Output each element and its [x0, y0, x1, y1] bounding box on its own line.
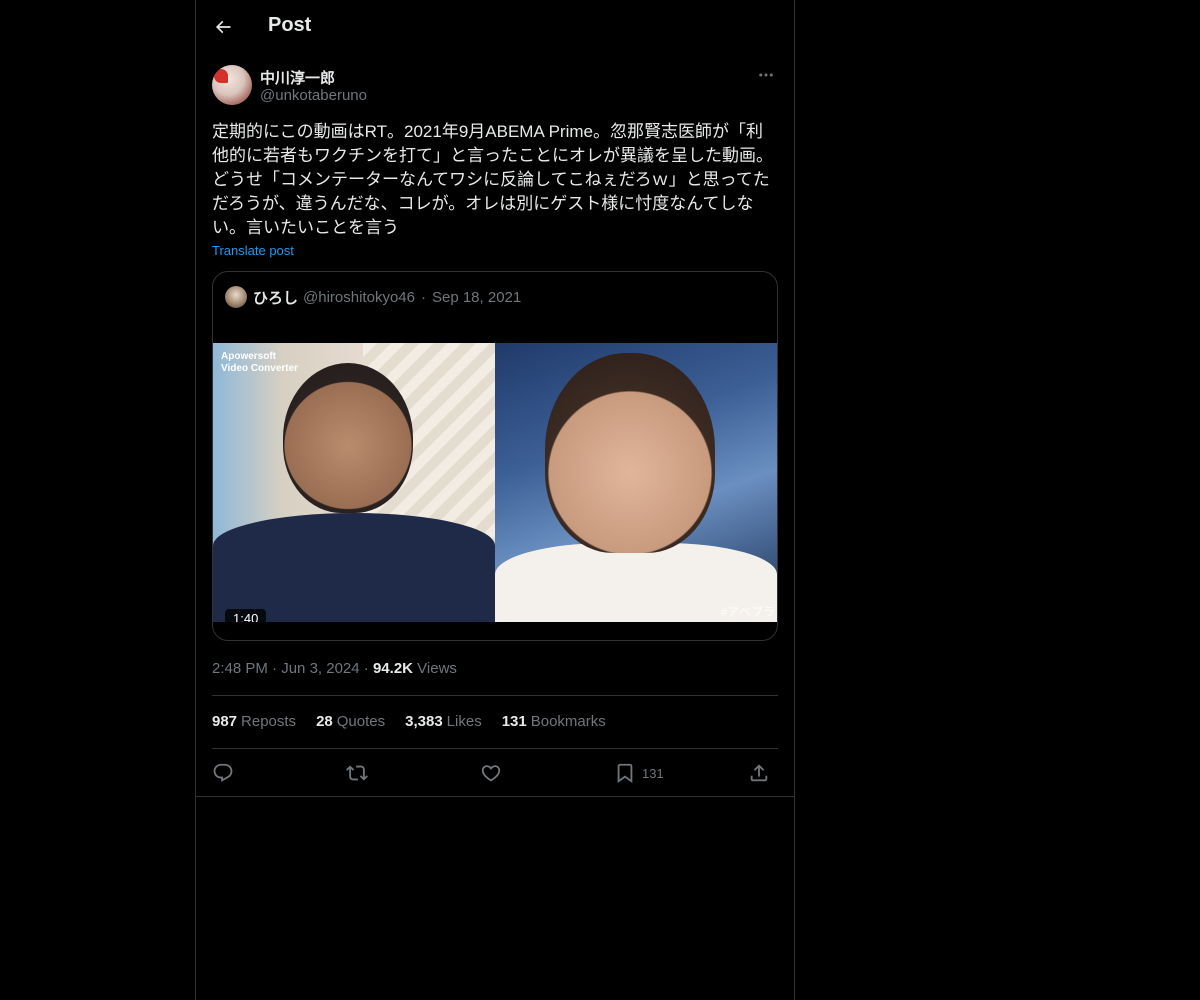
views-count: 94.2K — [372, 660, 413, 677]
reply-button[interactable] — [212, 758, 234, 788]
likes-label: Likes — [446, 713, 482, 730]
quotes-label: Quotes — [336, 713, 386, 730]
video-left-body — [213, 513, 495, 622]
meta-separator-2: · — [363, 660, 369, 677]
like-button[interactable] — [480, 758, 502, 788]
bookmarks-stat[interactable]: 131 Bookmarks — [502, 713, 606, 730]
divider — [196, 796, 794, 797]
share-button[interactable] — [748, 758, 770, 788]
quoted-post-header: ひろし @hiroshitokyo46 · Sep 18, 2021 — [225, 286, 521, 308]
quoted-avatar — [225, 286, 247, 308]
video-right-panel — [495, 343, 777, 622]
arrow-left-icon — [215, 20, 231, 34]
views-label: Views — [417, 660, 457, 677]
bookmark-button[interactable]: 131 — [614, 758, 664, 788]
video-left-panel — [213, 343, 495, 622]
post-text: 定期的にこの動画はRT。2021年9月ABEMA Prime。忽那賢志医師が「利… — [212, 122, 773, 237]
divider — [212, 695, 778, 696]
bookmarks-label: Bookmarks — [530, 713, 606, 730]
bookmark-count: 131 — [642, 765, 664, 781]
video-player[interactable]: Apowersoft Video Converter #アベプラ 1:40 — [213, 343, 777, 622]
action-bar: 131 — [212, 758, 778, 788]
repost-icon — [346, 765, 368, 781]
reposts-count: 987 — [212, 713, 238, 730]
avatar[interactable] — [212, 65, 252, 105]
share-icon — [750, 764, 768, 782]
back-button[interactable] — [206, 10, 240, 44]
reply-icon — [213, 763, 233, 782]
post-header: Post — [196, 0, 794, 53]
heart-icon — [481, 765, 501, 782]
post-date[interactable]: Jun 3, 2024 — [281, 660, 359, 677]
likes-stat[interactable]: 3,383 Likes — [405, 713, 482, 730]
post-meta: 2:48 PM · Jun 3, 2024 · 94.2K Views — [212, 660, 457, 677]
video-watermark: Apowersoft Video Converter — [221, 351, 298, 375]
quoted-handle: @hiroshitokyo46 — [303, 288, 415, 306]
watermark-line-1: Apowersoft — [221, 351, 276, 362]
meta-separator: · — [272, 660, 278, 677]
quoted-display-name: ひろし — [253, 289, 299, 307]
quoted-date: Sep 18, 2021 — [431, 288, 522, 306]
reposts-label: Reposts — [241, 713, 297, 730]
page-title: Post — [268, 14, 312, 36]
divider — [212, 748, 778, 749]
post-author: 中川淳一郎 @unkotaberuno — [212, 65, 778, 107]
translate-post-link[interactable]: Translate post — [212, 243, 294, 258]
video-right-person — [545, 353, 715, 553]
bookmark-icon — [617, 763, 633, 784]
more-options-button[interactable] — [754, 65, 778, 85]
quoted-separator: · — [420, 288, 426, 306]
repost-button[interactable] — [346, 758, 368, 788]
quotes-count: 28 — [316, 713, 333, 730]
quotes-stat[interactable]: 28 Quotes — [316, 713, 385, 730]
reposts-stat[interactable]: 987 Reposts — [212, 713, 296, 730]
watermark-line-2: Video Converter — [221, 363, 299, 374]
more-horizontal-icon — [759, 73, 773, 77]
quoted-post[interactable]: ひろし @hiroshitokyo46 · Sep 18, 2021 Apowe… — [212, 271, 778, 641]
bookmarks-count: 131 — [501, 713, 527, 730]
author-display-name[interactable]: 中川淳一郎 — [260, 67, 335, 88]
post-time[interactable]: 2:48 PM — [212, 660, 268, 677]
author-handle[interactable]: @unkotaberuno — [260, 87, 367, 104]
video-left-person — [283, 363, 413, 513]
likes-count: 3,383 — [405, 713, 443, 730]
engagement-stats: 987 Reposts 28 Quotes 3,383 Likes 131 Bookma… — [212, 713, 626, 730]
video-duration-badge: 1:40 — [225, 609, 267, 622]
post-column: Post 中川淳一郎 @unkotaberuno 定期的にこの動画はRT。202… — [195, 0, 795, 1000]
video-hashtag: #アベプラ — [720, 605, 775, 619]
